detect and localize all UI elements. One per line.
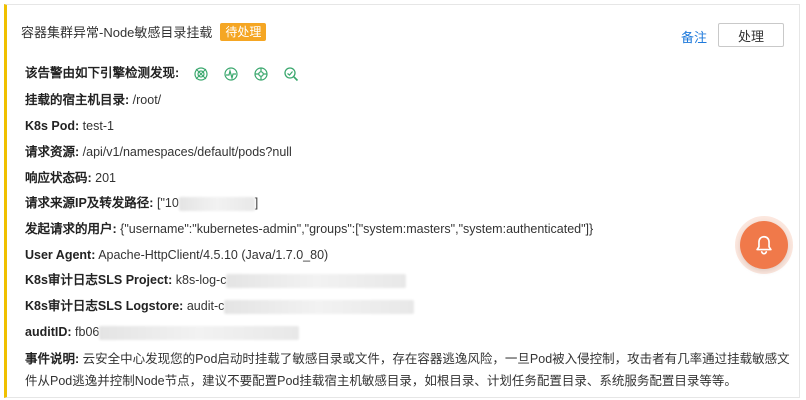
pod-label: K8s Pod:: [25, 119, 80, 133]
description-label: 事件说明:: [25, 352, 80, 366]
audit-id-redacted: [99, 325, 300, 340]
source-ip-suffix: ]: [254, 196, 259, 210]
sls-project-prefix: k8s-log-c: [175, 273, 227, 287]
mount-dir-label: 挂载的宿主机目录:: [25, 93, 130, 107]
audit-id-prefix: fb06: [75, 325, 100, 339]
sls-logstore-label: K8s审计日志SLS Logstore:: [25, 299, 184, 313]
sls-logstore-redacted: [224, 299, 415, 314]
bell-icon: [756, 235, 772, 255]
alert-title: 容器集群异常-Node敏感目录挂载: [21, 25, 213, 40]
user-value: {"username":"kubernetes-admin","groups":…: [120, 222, 594, 236]
source-ip-label: 请求来源IP及转发路径:: [25, 196, 154, 210]
audit-id-row: auditID: fb06: [25, 323, 300, 341]
status-code-label: 响应状态码:: [25, 171, 92, 185]
description-text: 云安全中心发现您的Pod启动时挂载了敏感目录或文件，存在容器逃逸风险，一旦Pod…: [25, 352, 790, 388]
note-link[interactable]: 备注: [681, 27, 707, 46]
status-badge: 待处理: [220, 22, 267, 41]
user-agent-row: User Agent: Apache-HttpClient/4.5.10 (Ja…: [25, 246, 328, 264]
resource-row: 请求资源: /api/v1/namespaces/default/pods?nu…: [25, 143, 292, 161]
engine-a-icon[interactable]: [193, 66, 209, 82]
handle-button[interactable]: 处理: [718, 23, 784, 47]
sls-project-redacted: [226, 273, 407, 288]
source-ip-redacted: [178, 196, 255, 211]
engine-icons: [193, 66, 299, 82]
engine-c-icon[interactable]: [253, 66, 269, 82]
engine-b-icon[interactable]: [223, 66, 239, 82]
status-code-value: 201: [95, 171, 117, 185]
source-ip-row: 请求来源IP及转发路径: ["10]: [25, 194, 258, 212]
source-ip-prefix: ["10: [156, 196, 179, 210]
mount-dir-row: 挂载的宿主机目录: /root/: [25, 91, 161, 109]
user-label: 发起请求的用户:: [25, 222, 117, 236]
engines-label: 该告警由如下引擎检测发现:: [25, 66, 180, 80]
engine-d-icon[interactable]: [283, 66, 299, 82]
notification-bell-button[interactable]: [740, 221, 788, 269]
alert-title-row: 容器集群异常-Node敏感目录挂载 待处理: [21, 22, 267, 41]
user-row: 发起请求的用户: {"username":"kubernetes-admin",…: [25, 220, 593, 238]
resource-value: /api/v1/namespaces/default/pods?null: [82, 145, 292, 159]
alert-card: 容器集群异常-Node敏感目录挂载 待处理 备注 处理 该告警由如下引擎检测发现…: [4, 4, 800, 398]
user-agent-label: User Agent:: [25, 248, 96, 262]
event-description: 事件说明: 云安全中心发现您的Pod启动时挂载了敏感目录或文件，存在容器逃逸风险…: [25, 348, 795, 392]
sls-project-label: K8s审计日志SLS Project:: [25, 273, 173, 287]
sls-project-row: K8s审计日志SLS Project: k8s-log-c: [25, 271, 407, 289]
pod-value: test-1: [82, 119, 114, 133]
engines-row: 该告警由如下引擎检测发现:: [25, 64, 299, 82]
pod-row: K8s Pod: test-1: [25, 117, 114, 135]
audit-id-label: auditID:: [25, 325, 72, 339]
sls-logstore-prefix: audit-c: [186, 299, 225, 313]
sls-logstore-row: K8s审计日志SLS Logstore: audit-c: [25, 297, 415, 315]
user-agent-value: Apache-HttpClient/4.5.10 (Java/1.7.0_80): [98, 248, 329, 262]
status-code-row: 响应状态码: 201: [25, 169, 116, 187]
mount-dir-value: /root/: [132, 93, 162, 107]
resource-label: 请求资源:: [25, 145, 80, 159]
